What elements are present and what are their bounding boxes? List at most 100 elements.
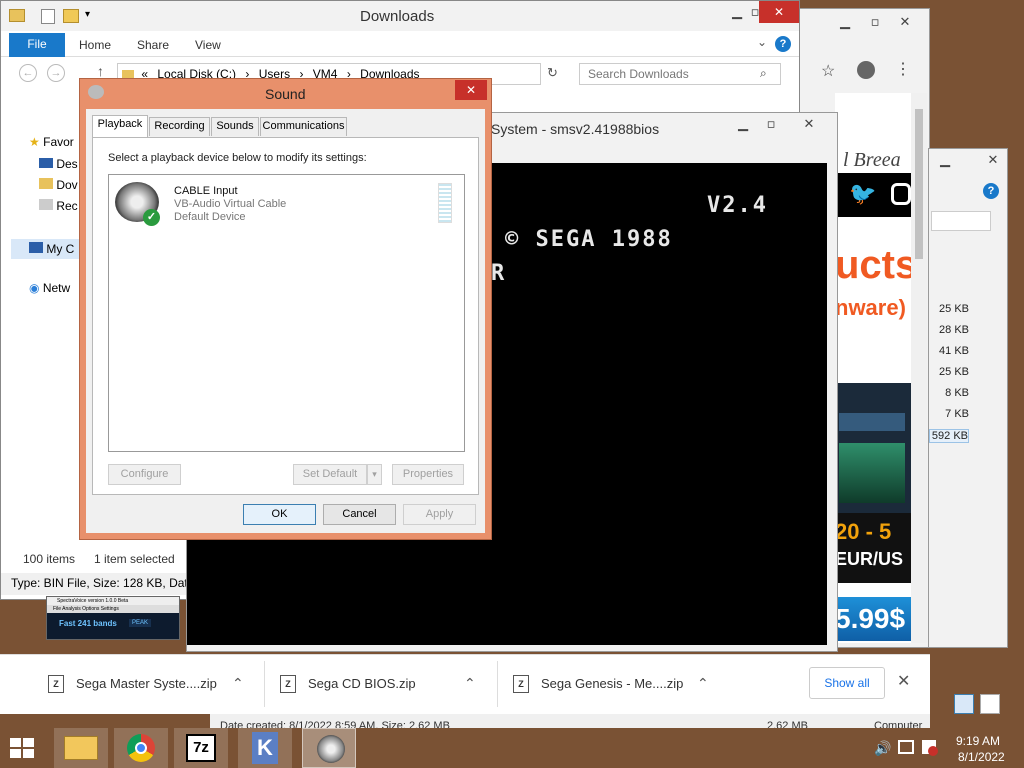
help-icon[interactable]: ?	[775, 36, 791, 52]
promo-line1: 20 - 5	[835, 519, 892, 544]
profile-icon[interactable]	[857, 61, 875, 79]
device-item[interactable]: ✓ CABLE Input VB-Audio Virtual Cable Def…	[113, 179, 461, 231]
minimize-icon[interactable]: ▁	[729, 115, 757, 135]
tiles-view-icon[interactable]	[980, 694, 1000, 714]
maximize-icon[interactable]: ▫	[757, 115, 785, 135]
size-cell: 41 KB	[939, 345, 969, 357]
configure-button[interactable]: Configure	[108, 464, 181, 485]
bookmark-star-icon[interactable]: ☆	[821, 61, 835, 81]
speaker-icon	[317, 735, 345, 763]
details-view-icon[interactable]	[954, 694, 974, 714]
kega-taskbar-button[interactable]: K	[238, 728, 292, 768]
nav-item-recent[interactable]: Rec	[39, 199, 78, 213]
device-list[interactable]: ✓ CABLE Input VB-Audio Virtual Cable Def…	[108, 174, 465, 452]
action-center-tray-icon[interactable]	[922, 740, 938, 756]
download-item[interactable]: Z Sega Genesis - Me....zip ⌃	[505, 655, 727, 713]
navigation-pane: ★ Favor Des Dov Rec My C ◉ Netw	[1, 125, 91, 545]
restore-icon[interactable]: ▫	[861, 13, 889, 33]
close-icon[interactable]: ✕	[891, 13, 919, 33]
search-icon[interactable]: ⌕	[760, 66, 767, 81]
search-box[interactable]	[931, 211, 991, 231]
close-icon[interactable]: ✕	[795, 115, 823, 135]
zip-file-icon: Z	[48, 675, 64, 693]
minimize-icon[interactable]: ▁	[831, 13, 859, 33]
tab-sounds[interactable]: Sounds	[211, 117, 259, 136]
clock-date[interactable]: 8/1/2022	[958, 750, 1005, 764]
network-tray-icon[interactable]	[898, 740, 914, 754]
browser-scrollbar[interactable]	[911, 93, 927, 643]
thumbnail-menu: File Analysis Options Settings	[47, 605, 179, 613]
tab-recording[interactable]: Recording	[149, 117, 210, 136]
price-banner: 5.99$	[835, 597, 911, 641]
close-button[interactable]: ✕	[759, 1, 799, 23]
set-default-button[interactable]: Set Default	[293, 464, 367, 485]
app-thumbnail[interactable]: SpectraVoice version 1.0.0 Beta File Ana…	[46, 596, 180, 640]
promo-banner: 20 - 5 EUR/US	[835, 513, 911, 583]
browser-titlebar: ▁ ▫ ✕	[791, 9, 929, 37]
chrome-taskbar-button[interactable]	[114, 728, 168, 768]
set-default-dropdown[interactable]: ▾	[367, 464, 382, 485]
forward-icon[interactable]: →	[47, 64, 65, 82]
twitter-icon[interactable]: 🐦	[849, 181, 876, 207]
clock-time[interactable]: 9:19 AM	[956, 734, 1000, 748]
7zip-taskbar-button[interactable]: 7z	[174, 728, 228, 768]
device-name: CABLE Input	[174, 185, 238, 197]
taskbar: 7z K 🔊 9:19 AM 8/1/2022	[0, 728, 1024, 768]
search-input[interactable]: Search Downloads	[588, 67, 689, 81]
nav-item-favorites[interactable]: ★ Favor	[29, 135, 74, 149]
tab-view[interactable]: View	[195, 38, 221, 52]
bios-copyright: © SEGA 1988	[505, 227, 673, 252]
chevron-up-icon[interactable]: ⌃	[232, 655, 244, 713]
item-count: 100 items	[23, 552, 76, 566]
instruction-text: Select a playback device below to modify…	[108, 152, 367, 164]
download-item[interactable]: Z Sega CD BIOS.zip ⌃	[272, 655, 494, 713]
show-all-button[interactable]: Show all	[809, 667, 885, 699]
close-button[interactable]: ✕	[455, 80, 487, 100]
tab-file[interactable]: File	[9, 33, 65, 57]
up-icon[interactable]: ↑	[97, 63, 104, 79]
tab-communications[interactable]: Communications	[260, 117, 347, 136]
ribbon-expand-icon[interactable]: ⌄	[757, 35, 767, 49]
chevron-up-icon[interactable]: ⌃	[464, 655, 476, 713]
cancel-button[interactable]: Cancel	[323, 504, 396, 525]
brand-text: l Breea	[843, 149, 901, 171]
dialog-title: Sound	[265, 86, 306, 102]
emulator-title: System - smsv2.41988bios	[491, 121, 660, 137]
thumbnail-label: Fast 241 bands	[59, 619, 117, 628]
apply-button[interactable]: Apply	[403, 504, 476, 525]
minimize-icon[interactable]: ▁	[931, 151, 959, 171]
explorer-window-back: ▁ ✕ ? 25 KB 28 KB 41 KB 25 KB 8 KB 7 KB …	[928, 148, 1008, 648]
chevron-up-icon[interactable]: ⌃	[697, 655, 709, 713]
size-cell: 28 KB	[939, 324, 969, 336]
file-explorer-taskbar-button[interactable]	[54, 728, 108, 768]
tab-home[interactable]: Home	[79, 38, 111, 52]
close-icon[interactable]: ✕	[897, 671, 910, 690]
chevron-down-icon: ▾	[372, 469, 377, 479]
help-icon[interactable]: ?	[983, 183, 999, 199]
sound-taskbar-button[interactable]	[302, 728, 356, 768]
ok-button[interactable]: OK	[243, 504, 316, 525]
new-folder-icon[interactable]	[63, 9, 79, 23]
more-menu-icon[interactable]: ⋮	[895, 59, 911, 79]
size-cell: 8 KB	[945, 387, 969, 399]
nav-item-desktop[interactable]: Des	[39, 157, 78, 171]
instagram-icon[interactable]	[891, 183, 911, 205]
close-icon[interactable]: ✕	[979, 151, 1007, 171]
search-box[interactable]: Search Downloads ⌕	[579, 63, 781, 85]
start-button[interactable]	[8, 736, 38, 760]
refresh-icon[interactable]: ↻	[547, 65, 558, 81]
download-filename: Sega Master Syste....zip	[76, 676, 217, 691]
window-title: Downloads	[360, 8, 435, 25]
nav-item-downloads[interactable]: Dov	[39, 178, 78, 192]
nav-item-network[interactable]: ◉ Netw	[29, 281, 70, 295]
chevron-down-icon[interactable]: ▾	[85, 9, 90, 20]
properties-icon[interactable]	[41, 9, 55, 24]
chrome-icon	[127, 734, 155, 762]
tab-playback[interactable]: Playback	[92, 115, 148, 137]
properties-button[interactable]: Properties	[392, 464, 464, 485]
explorer-titlebar: ▾ Downloads ▁ ▫ ✕	[1, 1, 799, 31]
back-icon[interactable]: ←	[19, 64, 37, 82]
download-item[interactable]: Z Sega Master Syste....zip ⌃	[40, 655, 262, 713]
volume-tray-icon[interactable]: 🔊	[874, 740, 891, 757]
tab-share[interactable]: Share	[137, 38, 169, 52]
